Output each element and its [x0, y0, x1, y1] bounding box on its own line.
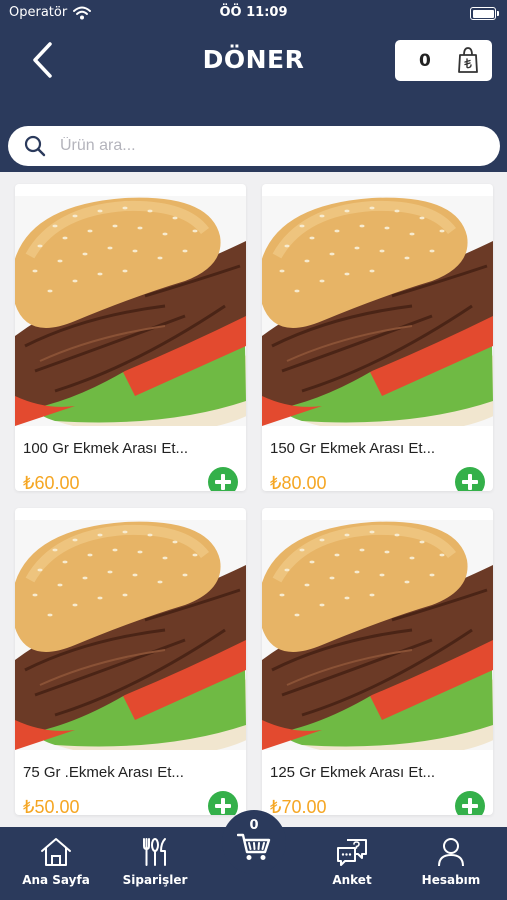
status-time: ÖÖ 11:09	[219, 5, 288, 20]
product-image	[15, 196, 246, 426]
cart-icon	[237, 833, 271, 860]
center-cart-count: 0	[249, 818, 259, 833]
product-card[interactable]: 100 Gr Ekmek Arası Et... ₺60.00	[15, 184, 246, 491]
header-cart-count: 0	[419, 51, 431, 71]
search-icon	[24, 135, 46, 157]
status-bar: Operatör ÖÖ 11:09	[0, 0, 507, 28]
product-name: 100 Gr Ekmek Arası Et...	[23, 440, 189, 457]
add-to-cart-button[interactable]	[455, 467, 485, 491]
tab-survey[interactable]: Anket	[307, 837, 397, 887]
product-image	[262, 520, 493, 750]
shopping-bag-icon	[458, 47, 478, 73]
tab-orders[interactable]: Siparişler	[110, 837, 200, 887]
product-name: 125 Gr Ekmek Arası Et...	[270, 764, 436, 781]
cutlery-icon	[143, 838, 166, 866]
product-grid: 100 Gr Ekmek Arası Et... ₺60.00 150 Gr E…	[0, 172, 507, 827]
product-image	[15, 520, 246, 750]
product-card[interactable]: 150 Gr Ekmek Arası Et... ₺80.00	[262, 184, 493, 491]
header-cart-button[interactable]: 0	[395, 40, 492, 81]
tab-orders-label: Siparişler	[122, 873, 188, 887]
tab-survey-label: Anket	[332, 873, 372, 887]
product-card[interactable]: 75 Gr .Ekmek Arası Et... ₺50.00	[15, 508, 246, 815]
product-image	[262, 196, 493, 426]
product-name: 150 Gr Ekmek Arası Et...	[270, 440, 436, 457]
tab-account[interactable]: Hesabım	[406, 837, 496, 887]
search-input[interactable]	[60, 134, 480, 158]
home-icon	[41, 838, 71, 866]
product-price: ₺70.00	[270, 797, 327, 815]
battery-icon	[470, 7, 499, 20]
center-cart-button[interactable]: 0	[222, 810, 286, 874]
product-price: ₺60.00	[23, 473, 80, 491]
app-header: Operatör ÖÖ 11:09 DÖNER 0	[0, 0, 507, 172]
product-card[interactable]: 125 Gr Ekmek Arası Et... ₺70.00	[262, 508, 493, 815]
add-to-cart-button[interactable]	[455, 791, 485, 815]
tab-account-label: Hesabım	[421, 873, 481, 887]
add-to-cart-button[interactable]	[208, 791, 238, 815]
tab-home-label: Ana Sayfa	[22, 873, 90, 887]
user-icon	[438, 838, 464, 867]
add-to-cart-button[interactable]	[208, 467, 238, 491]
product-name: 75 Gr .Ekmek Arası Et...	[23, 764, 184, 781]
product-price: ₺80.00	[270, 473, 327, 491]
tab-home[interactable]: Ana Sayfa	[11, 837, 101, 887]
product-price: ₺50.00	[23, 797, 80, 815]
chat-question-icon	[337, 839, 367, 866]
search-bar	[8, 126, 500, 166]
